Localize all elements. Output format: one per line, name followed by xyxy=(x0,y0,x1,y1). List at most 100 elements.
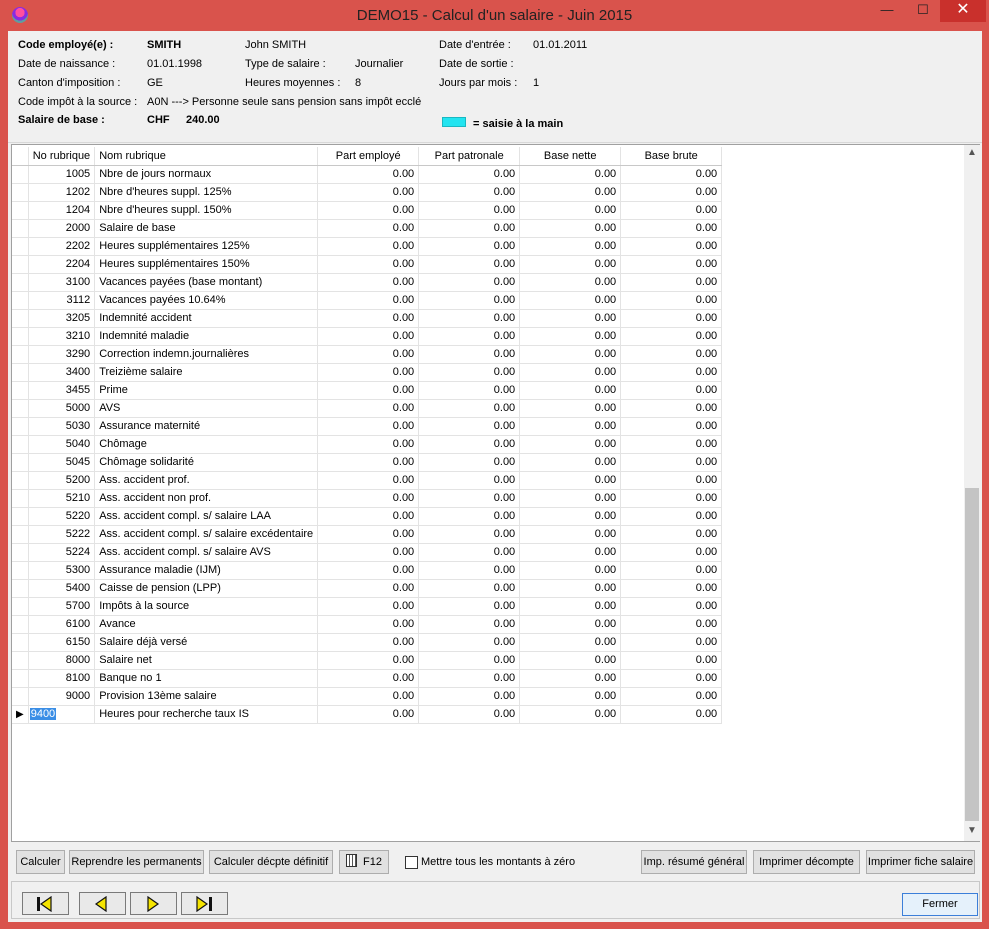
cell-part-employe[interactable]: 0.00 xyxy=(317,597,420,616)
table-row[interactable]: 5200 Ass. accident prof. 0.00 0.00 0.00 0.00 xyxy=(12,471,723,490)
cell-part-employe[interactable]: 0.00 xyxy=(317,309,420,328)
imprimer-decompte-button[interactable]: Imprimer décompte xyxy=(753,850,860,874)
cell-nom-rubrique[interactable]: Assurance maternité xyxy=(94,417,319,436)
cell-part-employe[interactable]: 0.00 xyxy=(317,525,420,544)
cell-nom-rubrique[interactable]: Indemnité accident xyxy=(94,309,319,328)
cell-base-brute[interactable]: 0.00 xyxy=(620,291,723,310)
cell-part-employe[interactable]: 0.00 xyxy=(317,237,420,256)
table-row[interactable]: 1204 Nbre d'heures suppl. 150% 0.00 0.00 0.0… xyxy=(12,201,723,220)
cell-no-rubrique[interactable]: 5040 xyxy=(28,435,96,454)
row-selector[interactable] xyxy=(12,417,29,436)
table-row[interactable]: 3210 Indemnité maladie 0.00 0.00 0.00 0.00 xyxy=(12,327,723,346)
cell-no-rubrique[interactable]: 5700 xyxy=(28,597,96,616)
cell-part-patronale[interactable]: 0.00 xyxy=(418,417,521,436)
cell-base-brute[interactable]: 0.00 xyxy=(620,507,723,526)
row-selector[interactable] xyxy=(12,345,29,364)
mettre-zero-checkbox[interactable] xyxy=(405,856,418,869)
cell-nom-rubrique[interactable]: Heures supplémentaires 150% xyxy=(94,255,319,274)
row-selector[interactable] xyxy=(12,489,29,508)
cell-base-brute[interactable]: 0.00 xyxy=(620,525,723,544)
cell-part-patronale[interactable]: 0.00 xyxy=(418,399,521,418)
table-row[interactable]: 6100 Avance 0.00 0.00 0.00 0.00 xyxy=(12,615,723,634)
row-selector[interactable] xyxy=(12,543,29,562)
cell-base-brute[interactable]: 0.00 xyxy=(620,183,723,202)
cell-part-patronale[interactable]: 0.00 xyxy=(418,489,521,508)
row-selector[interactable] xyxy=(12,561,29,580)
row-selector[interactable] xyxy=(12,165,29,184)
cell-part-employe[interactable]: 0.00 xyxy=(317,345,420,364)
cell-base-nette[interactable]: 0.00 xyxy=(519,399,622,418)
cell-base-nette[interactable]: 0.00 xyxy=(519,381,622,400)
cell-part-patronale[interactable]: 0.00 xyxy=(418,435,521,454)
cell-base-nette[interactable]: 0.00 xyxy=(519,273,622,292)
cell-part-patronale[interactable]: 0.00 xyxy=(418,345,521,364)
cell-nom-rubrique[interactable]: Salaire déjà versé xyxy=(94,633,319,652)
cell-part-patronale[interactable]: 0.00 xyxy=(418,219,521,238)
cell-base-brute[interactable]: 0.00 xyxy=(620,543,723,562)
cell-part-patronale[interactable]: 0.00 xyxy=(418,237,521,256)
row-selector[interactable] xyxy=(12,327,29,346)
cell-part-employe[interactable]: 0.00 xyxy=(317,471,420,490)
cell-part-patronale[interactable]: 0.00 xyxy=(418,561,521,580)
cell-nom-rubrique[interactable]: Assurance maladie (IJM) xyxy=(94,561,319,580)
table-row[interactable]: 5045 Chômage solidarité 0.00 0.00 0.00 0.00 xyxy=(12,453,723,472)
table-row[interactable]: 3400 Treizième salaire 0.00 0.00 0.00 0.00 xyxy=(12,363,723,382)
cell-nom-rubrique[interactable]: Heures pour recherche taux IS xyxy=(94,705,319,724)
cell-nom-rubrique[interactable]: Avance xyxy=(94,615,319,634)
row-selector[interactable] xyxy=(12,507,29,526)
vertical-scrollbar[interactable]: ▲ ▼ xyxy=(964,145,980,841)
first-record-button[interactable] xyxy=(22,892,69,915)
row-selector[interactable] xyxy=(12,237,29,256)
cell-base-nette[interactable]: 0.00 xyxy=(519,309,622,328)
table-row[interactable]: 2000 Salaire de base 0.00 0.00 0.00 0.00 xyxy=(12,219,723,238)
table-row[interactable]: 3112 Vacances payées 10.64% 0.00 0.00 0.00 0.… xyxy=(12,291,723,310)
table-row[interactable]: 5210 Ass. accident non prof. 0.00 0.00 0.00 0… xyxy=(12,489,723,508)
cell-base-brute[interactable]: 0.00 xyxy=(620,489,723,508)
cell-base-nette[interactable]: 0.00 xyxy=(519,219,622,238)
cell-no-rubrique[interactable]: 1204 xyxy=(28,201,96,220)
cell-part-employe[interactable]: 0.00 xyxy=(317,579,420,598)
previous-record-button[interactable] xyxy=(79,892,126,915)
cell-no-rubrique[interactable]: 2000 xyxy=(28,219,96,238)
cell-nom-rubrique[interactable]: Banque no 1 xyxy=(94,669,319,688)
cell-part-employe[interactable]: 0.00 xyxy=(317,399,420,418)
cell-no-rubrique[interactable]: 1202 xyxy=(28,183,96,202)
table-row[interactable]: 9000 Provision 13ème salaire 0.00 0.00 0.00 0… xyxy=(12,687,723,706)
scroll-down-icon[interactable]: ▼ xyxy=(964,825,980,836)
cell-part-patronale[interactable]: 0.00 xyxy=(418,291,521,310)
cell-no-rubrique[interactable]: 3455 xyxy=(28,381,96,400)
cell-no-rubrique[interactable]: 5224 xyxy=(28,543,96,562)
calculer-button[interactable]: Calculer xyxy=(16,850,65,874)
cell-base-nette[interactable]: 0.00 xyxy=(519,705,622,724)
table-row[interactable]: 8100 Banque no 1 0.00 0.00 0.00 0.00 xyxy=(12,669,723,688)
cell-base-nette[interactable]: 0.00 xyxy=(519,327,622,346)
cell-nom-rubrique[interactable]: Heures supplémentaires 125% xyxy=(94,237,319,256)
cell-no-rubrique[interactable]: 1005 xyxy=(28,165,96,184)
cell-base-brute[interactable]: 0.00 xyxy=(620,273,723,292)
minimize-button[interactable]: — xyxy=(872,0,902,22)
table-row[interactable]: 3205 Indemnité accident 0.00 0.00 0.00 0.00 xyxy=(12,309,723,328)
cell-part-employe[interactable]: 0.00 xyxy=(317,615,420,634)
table-row[interactable]: 1202 Nbre d'heures suppl. 125% 0.00 0.00 0.0… xyxy=(12,183,723,202)
cell-base-brute[interactable]: 0.00 xyxy=(620,561,723,580)
close-button[interactable]: ✕ xyxy=(940,0,986,22)
cell-base-brute[interactable]: 0.00 xyxy=(620,309,723,328)
cell-no-rubrique[interactable]: 2204 xyxy=(28,255,96,274)
table-row[interactable]: 5030 Assurance maternité 0.00 0.00 0.00 0.00 xyxy=(12,417,723,436)
cell-no-rubrique[interactable]: 3290 xyxy=(28,345,96,364)
table-row[interactable]: 2204 Heures supplémentaires 150% 0.00 0.00 0… xyxy=(12,255,723,274)
column-header-part-employe[interactable]: Part employé xyxy=(317,147,420,166)
cell-part-patronale[interactable]: 0.00 xyxy=(418,651,521,670)
cell-base-nette[interactable]: 0.00 xyxy=(519,165,622,184)
row-selector[interactable] xyxy=(12,669,29,688)
cell-base-nette[interactable]: 0.00 xyxy=(519,201,622,220)
cell-no-rubrique[interactable]: 6100 xyxy=(28,615,96,634)
column-header-no-rubrique[interactable]: No rubrique xyxy=(28,147,96,166)
cell-nom-rubrique[interactable]: AVS xyxy=(94,399,319,418)
cell-part-patronale[interactable]: 0.00 xyxy=(418,471,521,490)
cell-base-brute[interactable]: 0.00 xyxy=(620,471,723,490)
cell-no-rubrique[interactable]: 3205 xyxy=(28,309,96,328)
cell-base-nette[interactable]: 0.00 xyxy=(519,489,622,508)
table-row[interactable]: 1005 Nbre de jours normaux 0.00 0.00 0.00 0.0… xyxy=(12,165,723,184)
column-header-base-nette[interactable]: Base nette xyxy=(519,147,622,166)
